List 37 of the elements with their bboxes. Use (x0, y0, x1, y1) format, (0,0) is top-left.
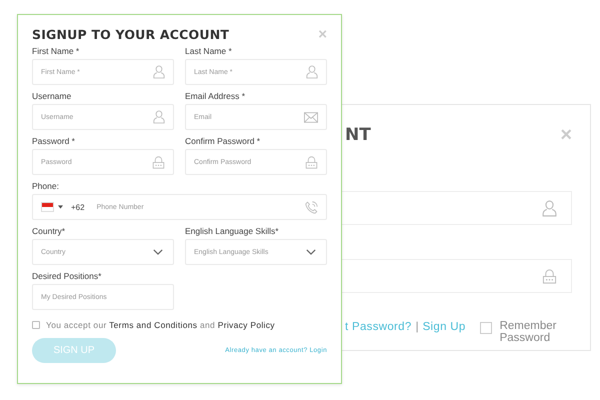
lock-icon (305, 156, 318, 168)
dialog-title: SIGNUP TO YOUR ACCOUNT (32, 27, 230, 42)
field-label: Country* (32, 226, 66, 236)
field-label: Confirm Password * (185, 136, 262, 146)
separator: | (416, 321, 419, 333)
terms-text: You accept our Terms and Conditions and Privacy Policy (46, 320, 275, 330)
field-label: Username (32, 91, 72, 101)
country-code: +62 (71, 202, 85, 212)
lock-icon (542, 268, 557, 284)
link[interactable]: t Password? (345, 321, 412, 333)
chevron-down-icon (306, 249, 316, 255)
checkbox[interactable] (32, 321, 40, 329)
dialog-title: NT (345, 125, 371, 145)
person-icon (306, 65, 318, 79)
field-label: Desired Positions* (32, 271, 102, 281)
checkbox-label: Remember Password (500, 321, 558, 344)
input-field[interactable] (341, 191, 572, 225)
phone-icon (305, 200, 318, 214)
chevron-down-icon (153, 249, 163, 255)
checkbox[interactable] (480, 322, 492, 334)
field-label: Password * (32, 136, 76, 146)
caret-icon[interactable] (58, 205, 63, 209)
close-button[interactable]: × (560, 125, 572, 145)
input-field[interactable] (341, 259, 572, 293)
flag-icon[interactable] (41, 202, 54, 212)
person-icon (153, 65, 165, 79)
link[interactable]: Sign Up (422, 321, 466, 333)
close-button[interactable]: × (318, 27, 327, 42)
person-icon (153, 110, 165, 124)
field-label: Phone: (32, 181, 60, 191)
lock-icon (152, 156, 165, 168)
field-label: First Name * (32, 46, 80, 56)
person-icon (542, 200, 557, 216)
field-label: English Language Skills* (185, 226, 280, 236)
field-label: Last Name * (185, 46, 233, 56)
field-label: Email Address * (185, 91, 246, 101)
envelope-icon (304, 112, 318, 122)
